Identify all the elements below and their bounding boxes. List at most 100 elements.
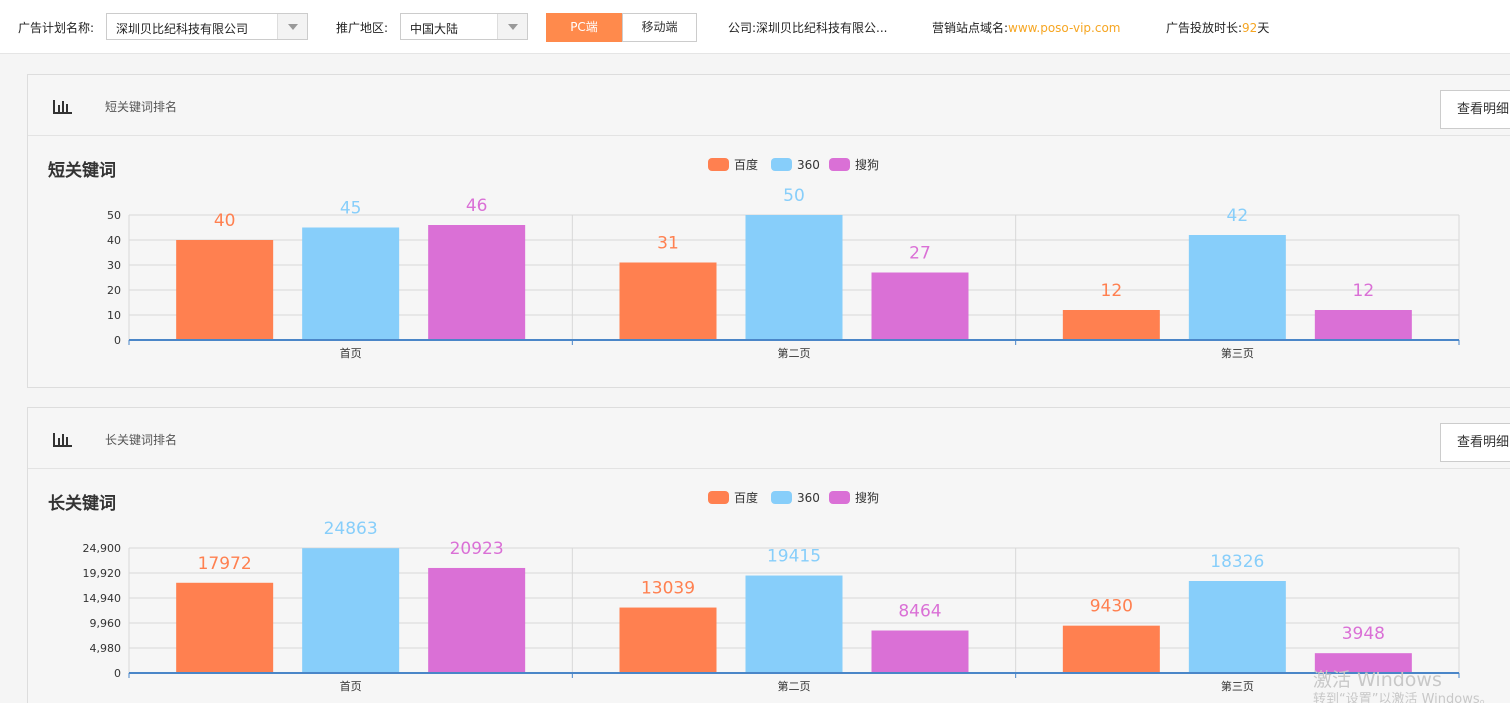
data-label: 18326 [1210,552,1264,572]
bar [745,575,843,673]
region-select-value: 中国大陆 [410,22,459,36]
y-tick-label: 0 [114,334,121,347]
y-tick-label: 40 [107,234,121,247]
bar [428,567,526,673]
legend-item: 搜狗 [855,157,879,172]
y-tick-label: 9,960 [90,617,122,630]
chevron-down-icon [497,14,527,39]
bar [1062,310,1160,340]
y-tick-label: 50 [107,209,121,222]
data-label: 20923 [450,539,504,559]
bar-chart-icon [53,433,72,447]
data-label: 8464 [898,602,941,622]
bar [1314,310,1412,340]
bar [871,272,969,340]
data-label: 46 [466,196,488,216]
legend-swatch [829,158,850,171]
x-tick-label: 首页 [340,679,362,693]
legend-swatch [829,491,850,504]
data-label: 12 [1353,281,1375,301]
data-label: 19415 [767,547,821,567]
y-tick-label: 30 [107,259,121,272]
data-label: 45 [340,199,362,219]
bar [428,225,526,340]
bar [1188,235,1286,340]
region-select[interactable]: 中国大陆 [400,13,528,40]
y-tick-label: 0 [114,667,121,680]
duration-value: 92 [1242,21,1258,35]
chart-title: 长关键词 [48,493,116,514]
bar [1062,625,1160,673]
data-label: 24863 [324,519,378,539]
bar [176,582,274,673]
company-value: 深圳贝比纪科技有限公... [756,21,888,35]
plan-label: 广告计划名称: [18,21,95,35]
x-tick-label: 第二页 [778,679,811,693]
data-label: 27 [909,244,931,264]
company-label: 公司: [728,21,757,35]
data-label: 42 [1227,206,1249,226]
bar [176,240,274,340]
view-detail-button[interactable]: 查看明细 [1440,423,1510,462]
x-tick-label: 第二页 [778,346,811,360]
data-label: 31 [657,234,679,254]
legend-item: 360 [797,158,820,172]
legend-item: 360 [797,491,820,505]
bar [302,227,400,340]
data-label: 12 [1101,281,1123,301]
legend-swatch [771,158,792,171]
y-tick-label: 10 [107,309,121,322]
data-label: 50 [783,186,805,206]
chart-title: 短关键词 [48,160,116,181]
bar-chart-icon [53,100,72,114]
company-info: 公司:深圳贝比纪科技有限公... [728,19,888,36]
data-label: 9430 [1090,597,1133,617]
legend-item: 百度 [734,490,758,505]
data-label: 17972 [198,554,252,574]
bar [619,607,717,673]
y-tick-label: 20 [107,284,121,297]
domain-label: 营销站点域名: [932,21,1009,35]
data-label: 3948 [1342,624,1385,644]
x-tick-label: 首页 [340,346,362,360]
duration-label: 广告投放时长: [1166,21,1243,35]
long-keyword-panel: 长关键词排名 查看明细 长关键词 0 4,980 9,960 14,940 19,920 2… [27,407,1510,703]
duration-unit: 天 [1257,21,1270,35]
y-tick-label: 19,920 [83,567,122,580]
chevron-down-icon [277,14,307,39]
data-label: 40 [214,211,236,231]
panel-header: 长关键词排名 查看明细 [28,408,1510,469]
short-keyword-chart: 短关键词 0 10 20 30 40 50 40 45 46 首页 31 50 27 第二页 12 42 12 第三… [48,157,1460,360]
y-tick-label: 14,940 [83,592,122,605]
panel-header: 短关键词排名 查看明细 [28,75,1510,136]
legend-swatch [708,491,729,504]
view-detail-button[interactable]: 查看明细 [1440,90,1510,129]
bar [302,548,400,673]
panel-title: 长关键词排名 [105,433,178,447]
y-tick-label: 24,900 [83,542,122,555]
x-tick-label: 第三页 [1221,346,1254,360]
y-tick-label: 4,980 [90,642,122,655]
short-keyword-panel: 短关键词排名 查看明细 短关键词 0 10 20 30 40 50 40 45 46 首页 31 50 2… [27,74,1510,388]
legend-swatch [771,491,792,504]
domain-link[interactable]: www.poso-vip.com [1008,21,1120,35]
panel-title: 短关键词排名 [105,100,178,114]
bar [1188,581,1286,673]
plan-select-value: 深圳贝比纪科技有限公司 [116,22,249,36]
legend-item: 搜狗 [855,490,879,505]
long-keyword-chart: 长关键词 0 4,980 9,960 14,940 19,920 24,900 17972 24… [48,490,1460,693]
top-toolbar: 广告计划名称: 深圳贝比纪科技有限公司 推广地区: 中国大陆 PC端 移动端 公… [0,0,1510,54]
duration-info: 广告投放时长:92天 [1166,19,1269,36]
bar [745,215,843,340]
mobile-tab[interactable]: 移动端 [622,13,697,42]
plan-select[interactable]: 深圳贝比纪科技有限公司 [106,13,308,40]
bar [871,630,969,673]
region-label: 推广地区: [336,21,389,35]
windows-activation-hint: 转到“设置”以激活 Windows。 [1313,692,1493,703]
bar [619,262,717,340]
pc-tab[interactable]: PC端 [546,13,622,42]
legend-item: 百度 [734,157,758,172]
x-tick-label: 第三页 [1221,679,1254,693]
domain-info: 营销站点域名:www.poso-vip.com [932,19,1120,36]
data-label: 13039 [641,579,695,599]
